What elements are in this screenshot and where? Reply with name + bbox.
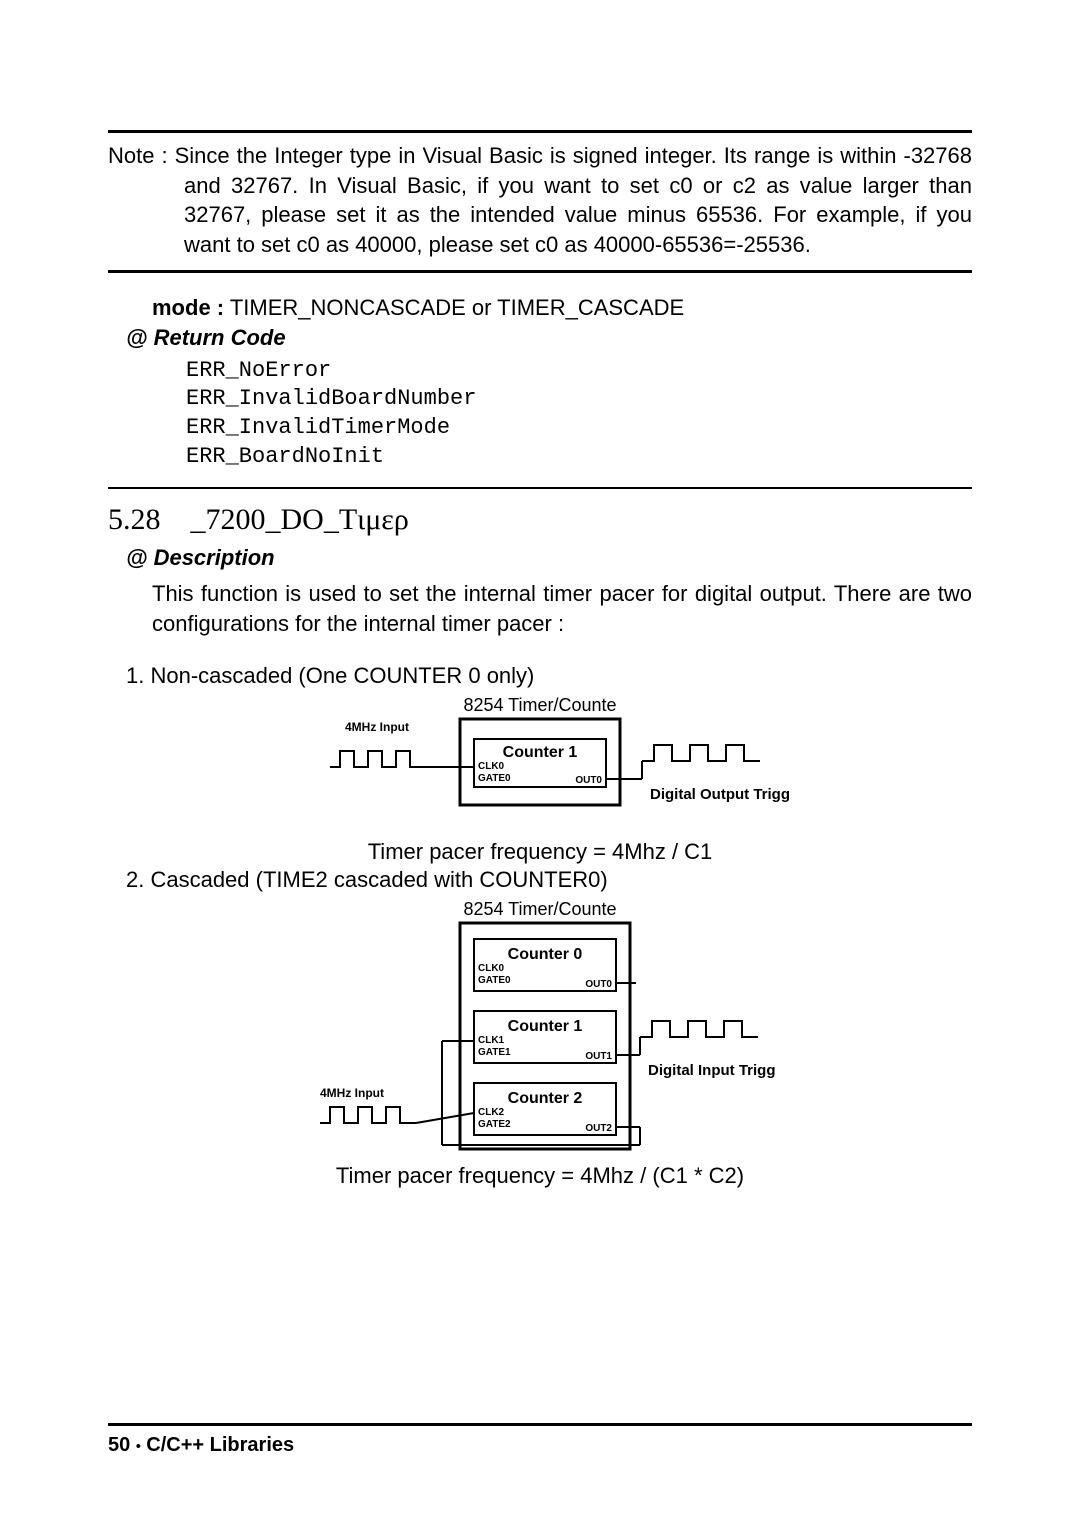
svg-text:GATE0: GATE0 <box>478 975 511 986</box>
diagram2-title: 8254 Timer/Counte <box>463 899 616 919</box>
svg-text:CLK2: CLK2 <box>478 1107 505 1118</box>
diagram1-input-label: 4MHz Input <box>345 720 409 734</box>
section-top-rule <box>108 487 972 489</box>
svg-text:Counter 0: Counter 0 <box>508 946 583 963</box>
note-text: Note : Since the Integer type in Visual … <box>108 141 972 260</box>
description-text: This function is used to set the interna… <box>152 579 972 638</box>
item2-label: 2. Cascaded (TIME2 cascaded with COUNTER… <box>126 867 972 893</box>
section-heading: 5.28 _7200_DO_Tιμερ <box>108 503 972 537</box>
svg-text:GATE1: GATE1 <box>478 1047 511 1058</box>
svg-text:GATE2: GATE2 <box>478 1119 511 1130</box>
svg-text:OUT1: OUT1 <box>585 1051 612 1062</box>
mode-label: mode : <box>152 295 224 320</box>
footer-label: C/C++ Libraries <box>146 1434 294 1456</box>
item2-caption: Timer pacer frequency = 4Mhz / (C1 * C2) <box>108 1163 972 1189</box>
diagram-noncascaded: 8254 Timer/Counte Counter 1 CLK0 GATE0 O… <box>108 695 972 835</box>
diagram1-gate: GATE0 <box>478 773 511 784</box>
diagram1-counter: Counter 1 <box>503 744 578 761</box>
footer-page-number: 50 <box>108 1434 130 1456</box>
diagram2-output-label: Digital Input Trigg <box>648 1062 776 1079</box>
svg-text:Counter 1: Counter 1 <box>508 1018 583 1035</box>
svg-text:Counter 2: Counter 2 <box>508 1090 583 1107</box>
return-code-heading: @ Return Code <box>126 325 972 351</box>
svg-text:OUT0: OUT0 <box>585 979 612 990</box>
footer-rule <box>108 1423 972 1426</box>
svg-text:CLK1: CLK1 <box>478 1035 505 1046</box>
mode-line: mode : TIMER_NONCASCADE or TIMER_CASCADE <box>108 295 972 321</box>
note-block: Note : Since the Integer type in Visual … <box>108 133 972 270</box>
diagram-cascaded: 8254 Timer/Counte Counter 0 CLK0 GATE0 O… <box>108 899 972 1159</box>
item1-label: 1. Non-cascaded (One COUNTER 0 only) <box>126 663 972 689</box>
svg-text:CLK0: CLK0 <box>478 963 505 974</box>
diagram2-input-label: 4MHz Input <box>320 1086 384 1100</box>
document-page: Note : Since the Integer type in Visual … <box>0 0 1080 1535</box>
note-bottom-rule <box>108 270 972 273</box>
svg-text:OUT2: OUT2 <box>585 1123 612 1134</box>
return-code-list: ERR_NoError ERR_InvalidBoardNumber ERR_I… <box>186 357 972 471</box>
item1-caption: Timer pacer frequency = 4Mhz / C1 <box>108 839 972 865</box>
footer-dot: • <box>136 1438 141 1454</box>
diagram1-title: 8254 Timer/Counte <box>463 695 616 715</box>
diagram1-clk: CLK0 <box>478 761 505 772</box>
section-number: 5.28 <box>108 503 161 536</box>
diagram1-output-label: Digital Output Trigg <box>650 786 790 803</box>
section-title-text: _7200_DO_Tιμερ <box>191 503 409 536</box>
page-footer: 50 • C/C++ Libraries <box>108 1413 972 1457</box>
description-heading: @ Description <box>126 545 972 571</box>
mode-value: TIMER_NONCASCADE or TIMER_CASCADE <box>230 295 684 320</box>
diagram1-out: OUT0 <box>575 775 602 786</box>
